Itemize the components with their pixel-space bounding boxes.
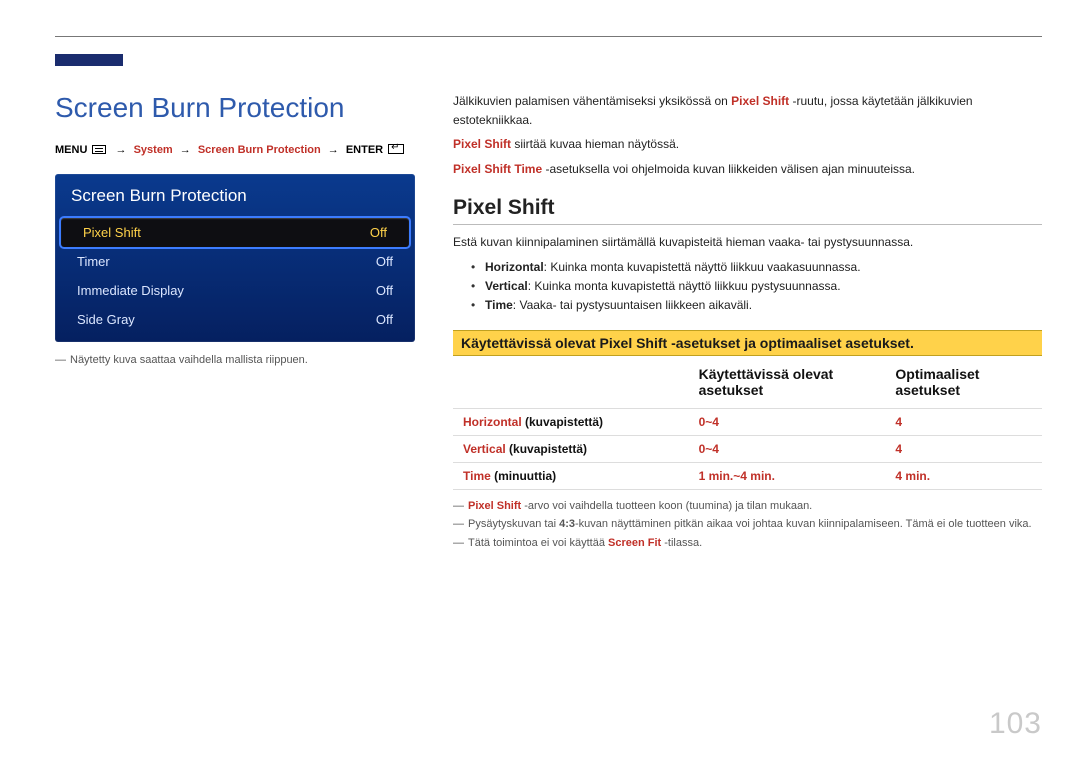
- breadcrumb-system: System: [134, 144, 173, 156]
- page-title: Screen Burn Protection: [55, 92, 415, 124]
- panel-row[interactable]: Pixel Shift Off: [61, 218, 409, 247]
- panel-row[interactable]: Immediate Display Off: [55, 276, 415, 305]
- panel-row[interactable]: Timer Off: [55, 247, 415, 276]
- table-cell-available: 1 min.~4 min.: [689, 462, 886, 489]
- table-row: Time (minuuttia)1 min.~4 min.4 min.: [453, 462, 1042, 489]
- table-cell-label: Time (minuuttia): [453, 462, 689, 489]
- table-cell-optimal: 4: [885, 408, 1042, 435]
- panel-row-value: Off: [370, 225, 387, 240]
- table-cell-available: 0~4: [689, 435, 886, 462]
- panel-row-label: Immediate Display: [77, 283, 184, 298]
- arrow-icon: →: [116, 144, 127, 156]
- table-cell-label: Vertical (kuvapistettä): [453, 435, 689, 462]
- breadcrumb: MENU → System → Screen Burn Protection →…: [55, 144, 415, 156]
- top-rule: [55, 36, 1042, 37]
- panel-row-label: Pixel Shift: [83, 225, 141, 240]
- bullet-item: Horizontal: Kuinka monta kuvapistettä nä…: [471, 258, 1042, 277]
- table-head-opt: Optimaaliset asetukset: [885, 356, 1042, 409]
- top-accent-bar: [55, 54, 123, 66]
- bullet-list: Horizontal: Kuinka monta kuvapistettä nä…: [471, 258, 1042, 316]
- intro-line-1: Jälkikuvien palamisen vähentämiseksi yks…: [453, 92, 1042, 129]
- table-cell-available: 0~4: [689, 408, 886, 435]
- table-head-empty: [453, 356, 689, 409]
- page-content: Screen Burn Protection MENU → System → S…: [55, 92, 1042, 553]
- left-footnote: ―Näytetty kuva saattaa vaihdella mallist…: [55, 352, 415, 369]
- left-column: Screen Burn Protection MENU → System → S…: [55, 92, 415, 553]
- table-row: Vertical (kuvapistettä)0~44: [453, 435, 1042, 462]
- panel-row-value: Off: [376, 312, 393, 327]
- section-title: Pixel Shift: [453, 196, 1042, 225]
- panel-title: Screen Burn Protection: [55, 174, 415, 218]
- panel-row-label: Timer: [77, 254, 110, 269]
- note-2: ―Pysäytyskuvan tai 4:3-kuvan näyttäminen…: [453, 516, 1042, 533]
- table-head-avail: Käytettävissä olevat asetukset: [689, 356, 886, 409]
- note-3: ―Tätä toimintoa ei voi käyttää Screen Fi…: [453, 535, 1042, 552]
- dash-icon: ―: [55, 354, 66, 366]
- note-1: ―Pixel Shift -arvo voi vaihdella tuottee…: [453, 498, 1042, 515]
- table-cell-optimal: 4: [885, 435, 1042, 462]
- panel-row[interactable]: Side Gray Off: [55, 305, 415, 334]
- page-number: 103: [989, 707, 1042, 741]
- panel-row-value: Off: [376, 254, 393, 269]
- menu-icon: [92, 145, 106, 154]
- table-row: Horizontal (kuvapistettä)0~44: [453, 408, 1042, 435]
- highlight-bar: Käytettävissä olevat Pixel Shift -asetuk…: [453, 330, 1042, 356]
- breadcrumb-sbp: Screen Burn Protection: [198, 144, 321, 156]
- panel-row-value: Off: [376, 283, 393, 298]
- right-notes: ―Pixel Shift -arvo voi vaihdella tuottee…: [453, 498, 1042, 552]
- panel-row-label: Side Gray: [77, 312, 135, 327]
- section-desc: Estä kuvan kiinnipalaminen siirtämällä k…: [453, 233, 1042, 252]
- right-column: Jälkikuvien palamisen vähentämiseksi yks…: [453, 92, 1042, 553]
- enter-icon: [388, 144, 404, 154]
- intro-line-2: Pixel Shift siirtää kuvaa hieman näytöss…: [453, 135, 1042, 154]
- bullet-item: Vertical: Kuinka monta kuvapistettä näyt…: [471, 277, 1042, 296]
- breadcrumb-menu: MENU: [55, 144, 87, 156]
- intro-line-3: Pixel Shift Time -asetuksella voi ohjelm…: [453, 160, 1042, 179]
- table-cell-optimal: 4 min.: [885, 462, 1042, 489]
- settings-table: Käytettävissä olevat asetukset Optimaali…: [453, 356, 1042, 490]
- breadcrumb-enter: ENTER: [346, 144, 383, 156]
- arrow-icon: →: [328, 144, 339, 156]
- bullet-item: Time: Vaaka- tai pystysuuntaisen liikkee…: [471, 296, 1042, 315]
- arrow-icon: →: [180, 144, 191, 156]
- settings-panel: Screen Burn Protection Pixel ShiftOffTim…: [55, 174, 415, 342]
- table-cell-label: Horizontal (kuvapistettä): [453, 408, 689, 435]
